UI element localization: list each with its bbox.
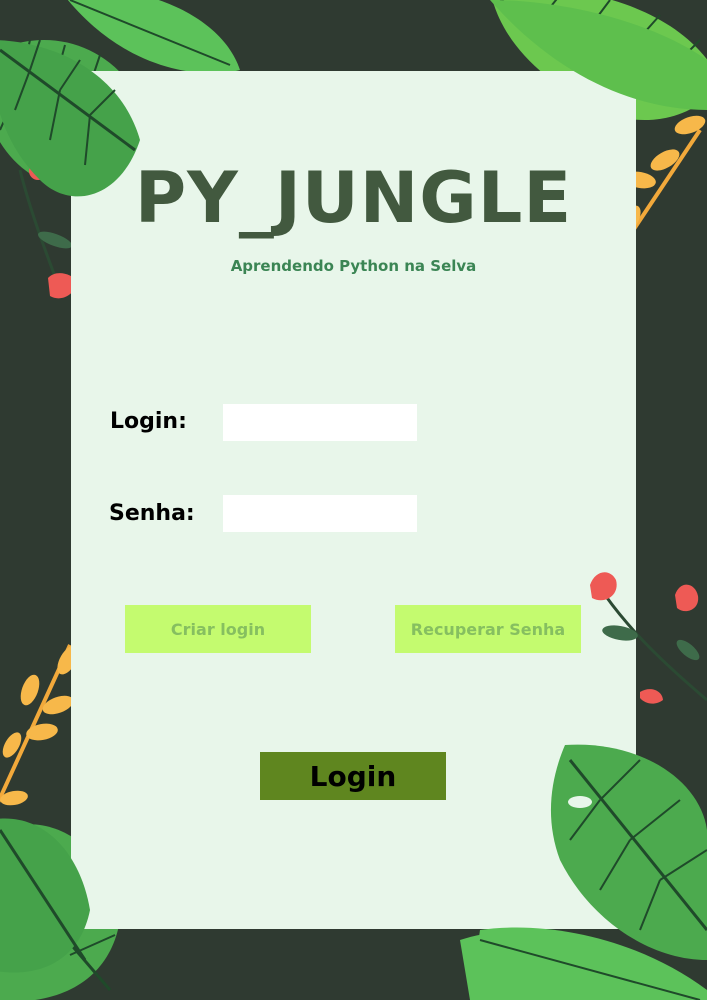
- app-title: PY_JUNGLE: [134, 157, 573, 239]
- create-login-button[interactable]: Criar login: [125, 605, 311, 653]
- senha-label: Senha:: [109, 501, 195, 526]
- recover-password-button[interactable]: Recuperar Senha: [395, 605, 581, 653]
- login-panel: PY_JUNGLE Aprendendo Python na Selva Log…: [71, 71, 636, 929]
- senha-input[interactable]: [223, 495, 417, 532]
- leaf-icon: [460, 930, 700, 1000]
- login-label: Login:: [110, 409, 187, 434]
- app-subtitle: Aprendendo Python na Selva: [230, 257, 477, 275]
- login-input[interactable]: [223, 404, 417, 441]
- login-button[interactable]: Login: [260, 752, 446, 800]
